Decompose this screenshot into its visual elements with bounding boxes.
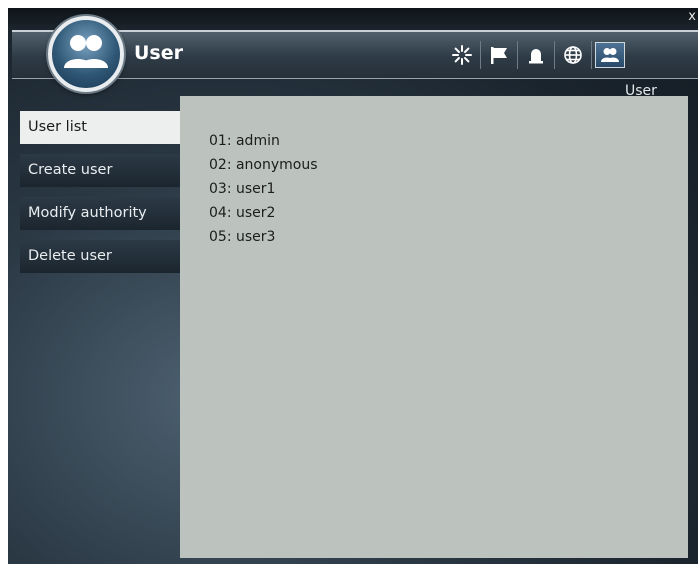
users-logo-icon: [48, 16, 124, 92]
alarm-bell-icon[interactable]: [517, 41, 554, 69]
users-icon: [595, 42, 625, 68]
sidebar-item-create-user[interactable]: Create user: [20, 154, 180, 187]
user-list-panel: 01: admin 02: anonymous 03: user1 04: us…: [180, 96, 688, 558]
toolbar: [444, 41, 628, 71]
loading-spinner-icon[interactable]: [444, 41, 480, 69]
flag-icon[interactable]: [480, 41, 517, 69]
globe-icon[interactable]: [554, 41, 591, 69]
user-list: 01: admin 02: anonymous 03: user1 04: us…: [209, 129, 318, 249]
list-item[interactable]: 04: user2: [209, 201, 318, 225]
list-item[interactable]: 01: admin: [209, 129, 318, 153]
list-item[interactable]: 05: user3: [209, 225, 318, 249]
list-item[interactable]: 02: anonymous: [209, 153, 318, 177]
page-title: User: [134, 42, 183, 64]
sidebar-item-delete-user[interactable]: Delete user: [20, 240, 180, 273]
sidebar-item-modify-authority[interactable]: Modify authority: [20, 197, 180, 230]
list-item[interactable]: 03: user1: [209, 177, 318, 201]
sidebar-item-user-list[interactable]: User list: [20, 111, 180, 144]
app-window: x User User User list Create user Modify…: [8, 8, 698, 564]
users-tab-icon[interactable]: [591, 41, 628, 69]
close-button[interactable]: x: [688, 10, 696, 24]
